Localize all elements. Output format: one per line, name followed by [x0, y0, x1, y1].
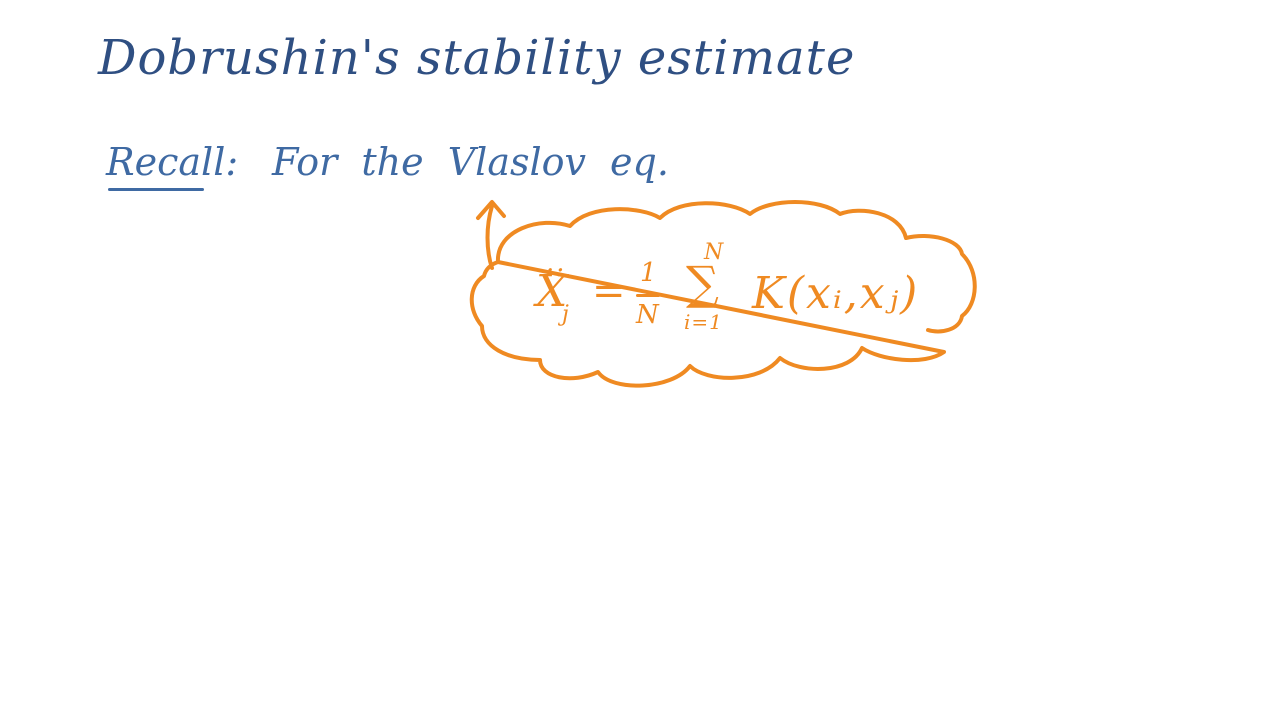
formula-sum-symbol: ∑ — [686, 256, 719, 310]
recall-label: Recall: — [106, 140, 239, 184]
arrow-icon — [476, 200, 506, 270]
formula-fraction-denominator: N — [636, 300, 659, 330]
whiteboard-canvas: Dobrushin's stability estimate Recall: F… — [0, 0, 1280, 720]
formula-rhs: K(xᵢ,xⱼ) — [752, 268, 920, 319]
thought-cloud — [469, 200, 977, 388]
recall-text: For the Vlaslov eq. — [272, 140, 669, 184]
recall-underline — [108, 188, 204, 191]
formula: .. X j = 1 N N ∑ i=1 K(xᵢ,xⱼ) — [536, 240, 936, 346]
formula-fraction-bar — [636, 294, 660, 297]
page-title: Dobrushin's stability estimate — [98, 30, 856, 86]
formula-lhs-subscript: j — [562, 302, 569, 327]
formula-sum-lower: i=1 — [684, 310, 723, 334]
formula-equals: = — [592, 268, 626, 314]
formula-fraction-numerator: 1 — [640, 258, 657, 288]
